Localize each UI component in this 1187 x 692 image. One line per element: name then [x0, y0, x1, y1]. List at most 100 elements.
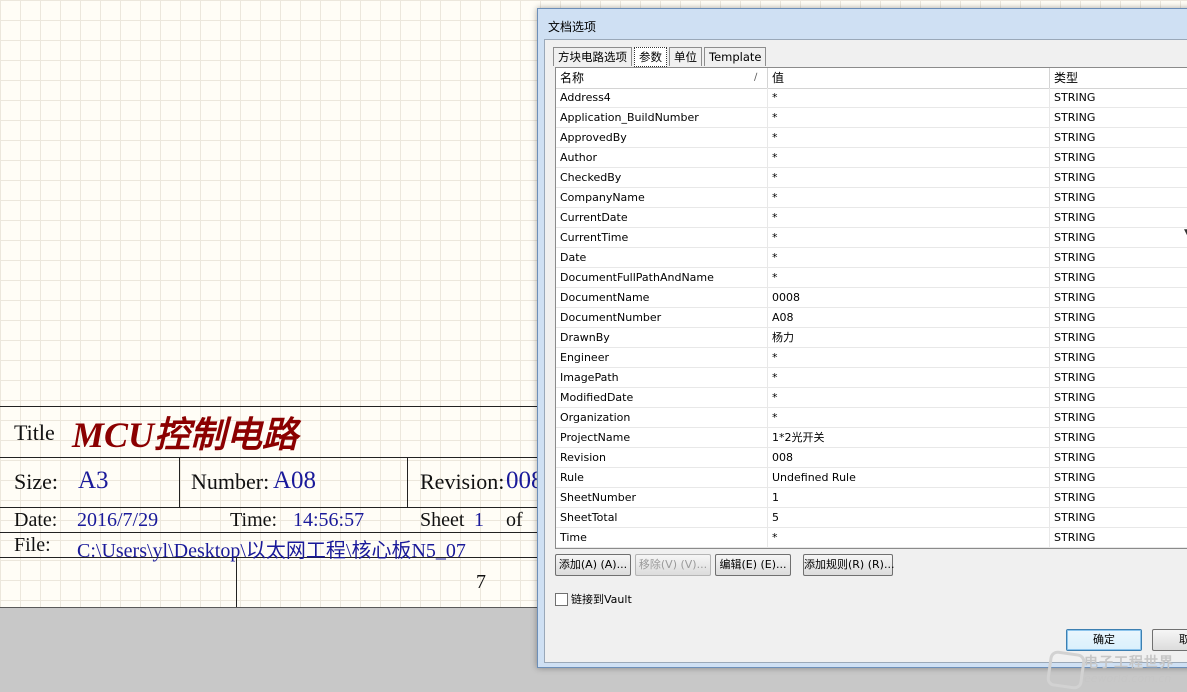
param-type-cell[interactable]: STRING: [1050, 408, 1187, 427]
param-name-cell[interactable]: Revision: [556, 448, 768, 467]
param-name-cell[interactable]: Title: [556, 548, 768, 549]
param-type-cell[interactable]: STRING: [1050, 468, 1187, 487]
ok-button[interactable]: 确定: [1066, 629, 1142, 651]
table-row[interactable]: CurrentTime*STRING▼: [556, 228, 1187, 248]
table-row[interactable]: ProjectName 1*2光开关 STRING: [556, 428, 1187, 448]
table-row[interactable]: CurrentDate * STRING: [556, 208, 1187, 228]
table-row[interactable]: DocumentName 0008 STRING: [556, 288, 1187, 308]
table-row[interactable]: Date * STRING: [556, 248, 1187, 268]
param-value-cell[interactable]: *: [768, 388, 1050, 407]
param-type-cell[interactable]: STRING: [1050, 288, 1187, 307]
param-name-cell[interactable]: CurrentTime: [556, 228, 768, 247]
table-row[interactable]: Address4 * STRING: [556, 88, 1187, 108]
table-row[interactable]: CheckedBy * STRING: [556, 168, 1187, 188]
param-name-cell[interactable]: Engineer: [556, 348, 768, 367]
tab-parameters[interactable]: 参数: [634, 47, 667, 67]
param-type-cell[interactable]: STRING: [1050, 208, 1187, 227]
param-type-cell[interactable]: STRING: [1050, 248, 1187, 267]
param-value-cell[interactable]: *: [768, 348, 1050, 367]
param-name-cell[interactable]: ImagePath: [556, 368, 768, 387]
param-value-cell[interactable]: *: [768, 128, 1050, 147]
param-name-cell[interactable]: Date: [556, 248, 768, 267]
table-row[interactable]: ApprovedBy * STRING: [556, 128, 1187, 148]
param-name-cell[interactable]: ProjectName: [556, 428, 768, 447]
tab-template[interactable]: Template: [704, 47, 767, 66]
table-row[interactable]: ImagePath * STRING: [556, 368, 1187, 388]
param-type-cell[interactable]: STRING: [1050, 488, 1187, 507]
param-type-cell[interactable]: STRING: [1050, 268, 1187, 287]
param-type-cell[interactable]: STRING: [1050, 308, 1187, 327]
param-name-cell[interactable]: Time: [556, 528, 768, 547]
param-type-cell[interactable]: STRING: [1050, 508, 1187, 527]
param-name-cell[interactable]: CurrentDate: [556, 208, 768, 227]
add-rule-button[interactable]: 添加规则(R) (R)...: [803, 554, 894, 576]
param-type-cell[interactable]: STRING: [1050, 528, 1187, 547]
param-type-cell[interactable]: STRING: [1050, 88, 1187, 107]
table-row[interactable]: SheetTotal 5 STRING: [556, 508, 1187, 528]
param-name-cell[interactable]: Rule: [556, 468, 768, 487]
param-type-cell[interactable]: STRING: [1050, 188, 1187, 207]
param-name-cell[interactable]: SheetTotal: [556, 508, 768, 527]
cancel-button[interactable]: 取消: [1152, 629, 1187, 651]
table-row[interactable]: Rule Undefined Rule STRING: [556, 468, 1187, 488]
param-name-cell[interactable]: Organization: [556, 408, 768, 427]
param-name-cell[interactable]: SheetNumber: [556, 488, 768, 507]
param-value-cell[interactable]: 1: [768, 488, 1050, 507]
param-value-cell[interactable]: 1*2光开关: [768, 428, 1050, 447]
table-row[interactable]: CompanyName * STRING: [556, 188, 1187, 208]
param-value-cell[interactable]: *: [768, 88, 1050, 107]
param-value-cell[interactable]: *: [768, 148, 1050, 167]
param-value-cell[interactable]: *: [768, 168, 1050, 187]
param-type-cell[interactable]: STRING: [1050, 348, 1187, 367]
param-name-cell[interactable]: DocumentName: [556, 288, 768, 307]
param-name-cell[interactable]: CheckedBy: [556, 168, 768, 187]
parameters-grid[interactable]: 名称 ∕ 值 类型 Address4 * STRING Application_Bui…: [555, 67, 1187, 549]
tab-sheet-options[interactable]: 方块电路选项: [553, 47, 632, 66]
param-value-cell[interactable]: *: [768, 248, 1050, 267]
table-row[interactable]: Organization * STRING: [556, 408, 1187, 428]
document-options-dialog[interactable]: 文档选项 方块电路选项 参数 单位 Template 名称 ∕ 值 类型 Add…: [537, 8, 1187, 668]
table-row[interactable]: TitleMCU控制电路STRING: [556, 548, 1187, 549]
param-name-cell[interactable]: CompanyName: [556, 188, 768, 207]
tab-units[interactable]: 单位: [669, 47, 702, 66]
param-value-cell[interactable]: A08: [768, 308, 1050, 327]
param-type-cell[interactable]: STRING: [1050, 128, 1187, 147]
table-row[interactable]: Revision 008 STRING: [556, 448, 1187, 468]
param-name-cell[interactable]: Address4: [556, 88, 768, 107]
param-type-cell[interactable]: STRING: [1050, 448, 1187, 467]
table-row[interactable]: ModifiedDate * STRING: [556, 388, 1187, 408]
param-value-cell[interactable]: 杨力: [768, 328, 1050, 347]
param-name-cell[interactable]: Application_BuildNumber: [556, 108, 768, 127]
param-value-cell[interactable]: *: [768, 368, 1050, 387]
param-name-cell[interactable]: Author: [556, 148, 768, 167]
table-row[interactable]: DrawnBy 杨力 STRING: [556, 328, 1187, 348]
column-header-name[interactable]: 名称 ∕: [556, 68, 768, 88]
param-value-cell[interactable]: *: [768, 208, 1050, 227]
table-row[interactable]: Author * STRING: [556, 148, 1187, 168]
param-type-cell[interactable]: STRING: [1050, 328, 1187, 347]
table-row[interactable]: Time * STRING: [556, 528, 1187, 548]
edit-button[interactable]: 编辑(E) (E)...: [715, 554, 791, 576]
param-value-cell[interactable]: *: [768, 528, 1050, 547]
table-row[interactable]: DocumentNumber A08 STRING: [556, 308, 1187, 328]
table-row[interactable]: Engineer * STRING: [556, 348, 1187, 368]
param-type-cell[interactable]: STRING: [1050, 548, 1187, 549]
table-row[interactable]: SheetNumber 1 STRING: [556, 488, 1187, 508]
param-value-cell[interactable]: *: [768, 188, 1050, 207]
column-header-type[interactable]: 类型: [1050, 68, 1187, 88]
param-type-cell[interactable]: STRING: [1050, 228, 1187, 247]
table-row[interactable]: DocumentFullPathAndName * STRING: [556, 268, 1187, 288]
param-type-cell[interactable]: STRING: [1050, 148, 1187, 167]
param-type-cell[interactable]: STRING: [1050, 428, 1187, 447]
link-vault-checkbox[interactable]: [555, 593, 568, 606]
param-name-cell[interactable]: ApprovedBy: [556, 128, 768, 147]
param-type-cell[interactable]: STRING: [1050, 108, 1187, 127]
param-value-cell[interactable]: 008: [768, 448, 1050, 467]
param-value-cell[interactable]: *: [768, 408, 1050, 427]
column-header-value[interactable]: 值: [768, 68, 1050, 88]
param-value-cell[interactable]: *: [768, 268, 1050, 287]
param-value-cell[interactable]: 5: [768, 508, 1050, 527]
param-value-cell[interactable]: Undefined Rule: [768, 468, 1050, 487]
param-type-cell[interactable]: STRING: [1050, 168, 1187, 187]
param-type-cell[interactable]: STRING: [1050, 368, 1187, 387]
